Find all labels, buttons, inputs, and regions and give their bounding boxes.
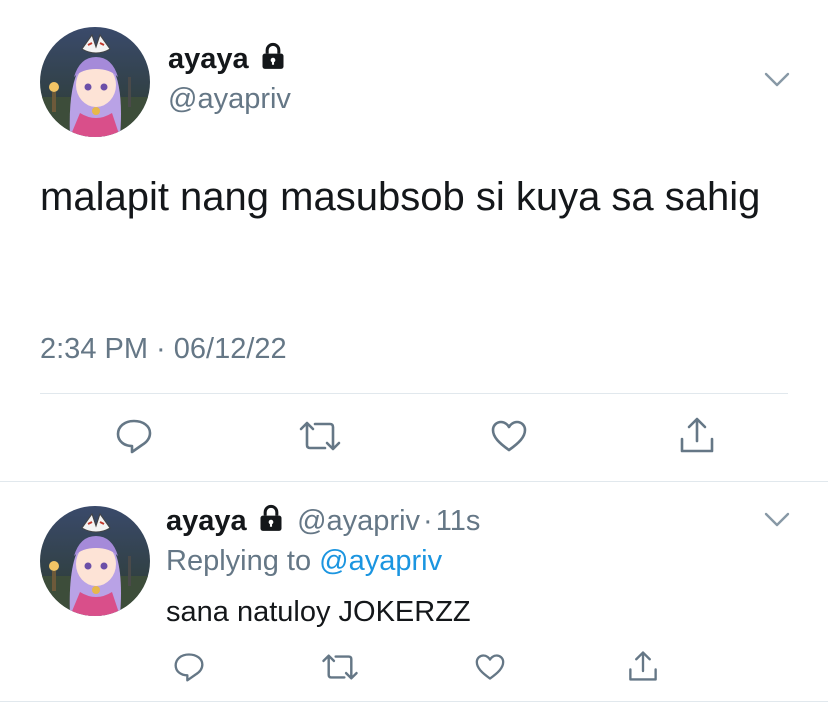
retweet-icon [322, 654, 358, 680]
replying-prefix: Replying to [166, 545, 312, 577]
reply-avatar[interactable] [40, 506, 150, 616]
retweet-button[interactable] [296, 416, 344, 456]
retweet-icon [299, 421, 341, 451]
reply-button[interactable] [112, 416, 156, 456]
chevron-down-icon[interactable] [764, 512, 790, 528]
like-icon [475, 654, 505, 680]
replying-to-link[interactable]: @ayapriv [319, 545, 442, 577]
retweet-button[interactable] [319, 650, 361, 684]
reply-icon [174, 653, 204, 682]
reply-avatar-image [40, 506, 150, 616]
reply-icon [116, 419, 152, 454]
reply-header: ayaya @ayapriv · 11s [166, 504, 480, 538]
chevron-down-icon[interactable] [764, 72, 790, 88]
reply-handle[interactable]: @ayapriv [297, 505, 420, 537]
like-button[interactable] [487, 416, 531, 456]
avatar-image [40, 27, 150, 137]
separator-dot: · [423, 505, 433, 537]
share-button[interactable] [624, 648, 662, 684]
display-name[interactable]: ayaya [168, 42, 287, 78]
reply-time[interactable]: 11s [436, 505, 481, 537]
lock-icon [257, 504, 285, 537]
tweet-text: malapit nang masubsob si kuya sa sahig [40, 175, 761, 219]
share-icon [629, 651, 657, 681]
reply-display-name[interactable]: ayaya [166, 505, 247, 537]
lock-icon [259, 42, 287, 78]
reply-button[interactable] [170, 650, 208, 684]
like-icon [491, 420, 527, 452]
reply-text: sana natuloy JOKERZZ [166, 596, 471, 628]
handle[interactable]: @ayapriv [168, 82, 291, 116]
replying-to: Replying to @ayapriv [166, 545, 442, 578]
timestamp[interactable]: 2:34 PM · 06/12/22 [40, 333, 287, 366]
share-icon [680, 417, 714, 453]
avatar[interactable] [40, 27, 150, 137]
share-button[interactable] [675, 414, 719, 456]
section-divider [0, 481, 828, 482]
like-button[interactable] [471, 650, 509, 684]
divider [40, 393, 788, 394]
display-name-text: ayaya [168, 43, 249, 75]
bottom-divider [0, 701, 828, 702]
